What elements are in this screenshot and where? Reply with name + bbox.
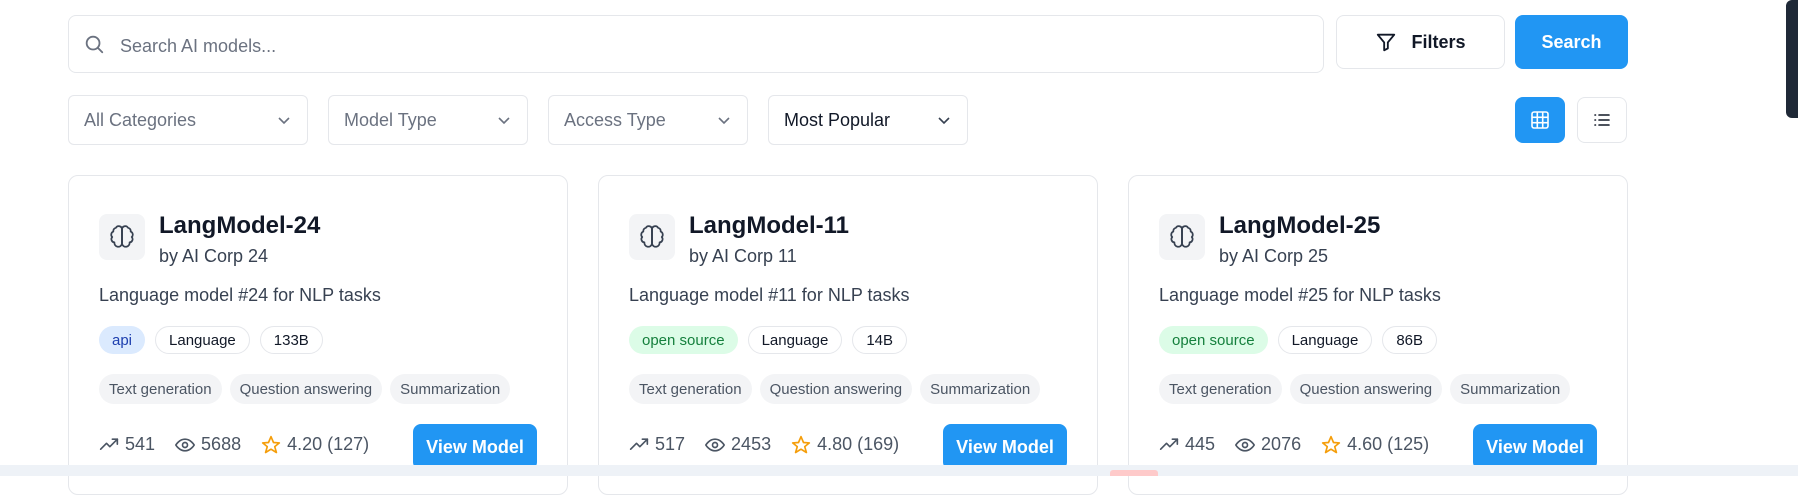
model-provider: by AI Corp 24 [159,246,269,266]
rating-stat: 4.80 (169) [791,434,899,455]
filter-icon [1377,33,1396,52]
sort-select-value: Most Popular [784,109,891,130]
category-badge: Language [747,326,843,354]
size-badge: 86B [1382,326,1438,354]
brain-icon [110,225,134,248]
model-card: LangModel-24 by AI Corp 24 Language mode… [68,175,568,495]
capability-tag: Text generation [629,374,752,404]
model-logo [99,214,145,260]
model-logo [1159,214,1205,260]
category-select[interactable]: All Categories [68,95,308,145]
model-name[interactable]: LangModel-24 [159,212,320,240]
rating-value: 4.20 (127) [287,434,370,454]
capability-tag: Summarization [1450,374,1571,404]
model-provider: by AI Corp 25 [1219,246,1329,266]
capability-tag: Summarization [390,374,511,404]
eye-icon [1235,437,1256,452]
filters-button-label: Filters [1411,31,1466,52]
brain-icon [1170,225,1194,248]
view-model-button[interactable]: View Model [413,424,537,470]
star-icon [791,435,811,453]
views-stat: 2453 [705,434,771,455]
access-type-select[interactable]: Access Type [548,95,748,145]
eye-icon [175,437,196,452]
model-provider: by AI Corp 11 [689,246,797,266]
search-box [68,15,1324,73]
access-badge: open source [629,326,738,354]
access-type-select-value: Access Type [564,109,666,130]
grid-icon [1531,111,1549,129]
model-name[interactable]: LangModel-11 [689,212,849,240]
category-select-value: All Categories [84,109,197,130]
side-panel-edge [1786,0,1798,118]
model-description: Language model #24 for NLP tasks [99,285,381,305]
search-button[interactable]: Search [1515,15,1628,69]
horizontal-scrollbar[interactable] [0,465,1798,476]
capability-tag: Text generation [1159,374,1282,404]
model-description: Language model #25 for NLP tasks [1159,285,1441,305]
size-badge: 14B [852,326,908,354]
trend-value: 445 [1185,434,1216,454]
model-name[interactable]: LangModel-25 [1219,212,1380,240]
filters-button[interactable]: Filters [1336,15,1505,69]
list-view-button[interactable] [1577,97,1627,143]
eye-icon [705,437,726,452]
search-button-label: Search [1541,31,1602,52]
category-badge: Language [1277,326,1373,354]
trend-value: 541 [125,434,156,454]
capability-tag: Question answering [1289,374,1443,404]
views-value: 2076 [1261,434,1302,454]
view-model-button[interactable]: View Model [1473,424,1597,470]
model-logo [629,214,675,260]
rating-stat: 4.20 (127) [261,434,369,455]
trend-stat: 541 [99,434,155,455]
trend-stat: 445 [1159,434,1215,455]
model-description: Language model #11 for NLP tasks [629,285,910,305]
search-icon [85,35,104,54]
views-value: 5688 [201,434,242,454]
chevron-down-icon [938,117,950,125]
category-badge: Language [155,326,250,354]
search-input[interactable] [118,30,1302,62]
scrollbar-thumb[interactable] [1110,470,1158,476]
rating-stat: 4.60 (125) [1321,434,1429,455]
rating-value: 4.80 (169) [817,434,900,454]
model-card: LangModel-11 by AI Corp 11 Language mode… [598,175,1098,495]
capability-tag: Summarization [920,374,1041,404]
trending-up-icon [1159,437,1179,450]
star-icon [1321,435,1341,453]
size-badge: 133B [259,326,323,354]
sort-select[interactable]: Most Popular [768,95,968,145]
capability-tag: Text generation [99,374,222,404]
list-icon [1594,114,1610,126]
views-stat: 2076 [1235,434,1301,455]
rating-value: 4.60 (125) [1347,434,1430,454]
capability-tag: Question answering [229,374,383,404]
view-model-button[interactable]: View Model [943,424,1067,470]
chevron-down-icon [718,117,730,125]
trending-up-icon [99,437,119,450]
chevron-down-icon [498,117,510,125]
chevron-down-icon [278,117,290,125]
trending-up-icon [629,437,649,450]
views-value: 2453 [731,434,772,454]
access-badge: open source [1159,326,1268,354]
trend-stat: 517 [629,434,685,455]
brain-icon [640,225,664,248]
access-badge: api [99,326,146,354]
grid-view-button[interactable] [1515,97,1565,143]
model-card: LangModel-25 by AI Corp 25 Language mode… [1128,175,1628,495]
model-type-select[interactable]: Model Type [328,95,528,145]
capability-tag: Question answering [759,374,913,404]
views-stat: 5688 [175,434,241,455]
star-icon [261,435,281,453]
model-type-select-value: Model Type [344,109,437,130]
trend-value: 517 [655,434,686,454]
